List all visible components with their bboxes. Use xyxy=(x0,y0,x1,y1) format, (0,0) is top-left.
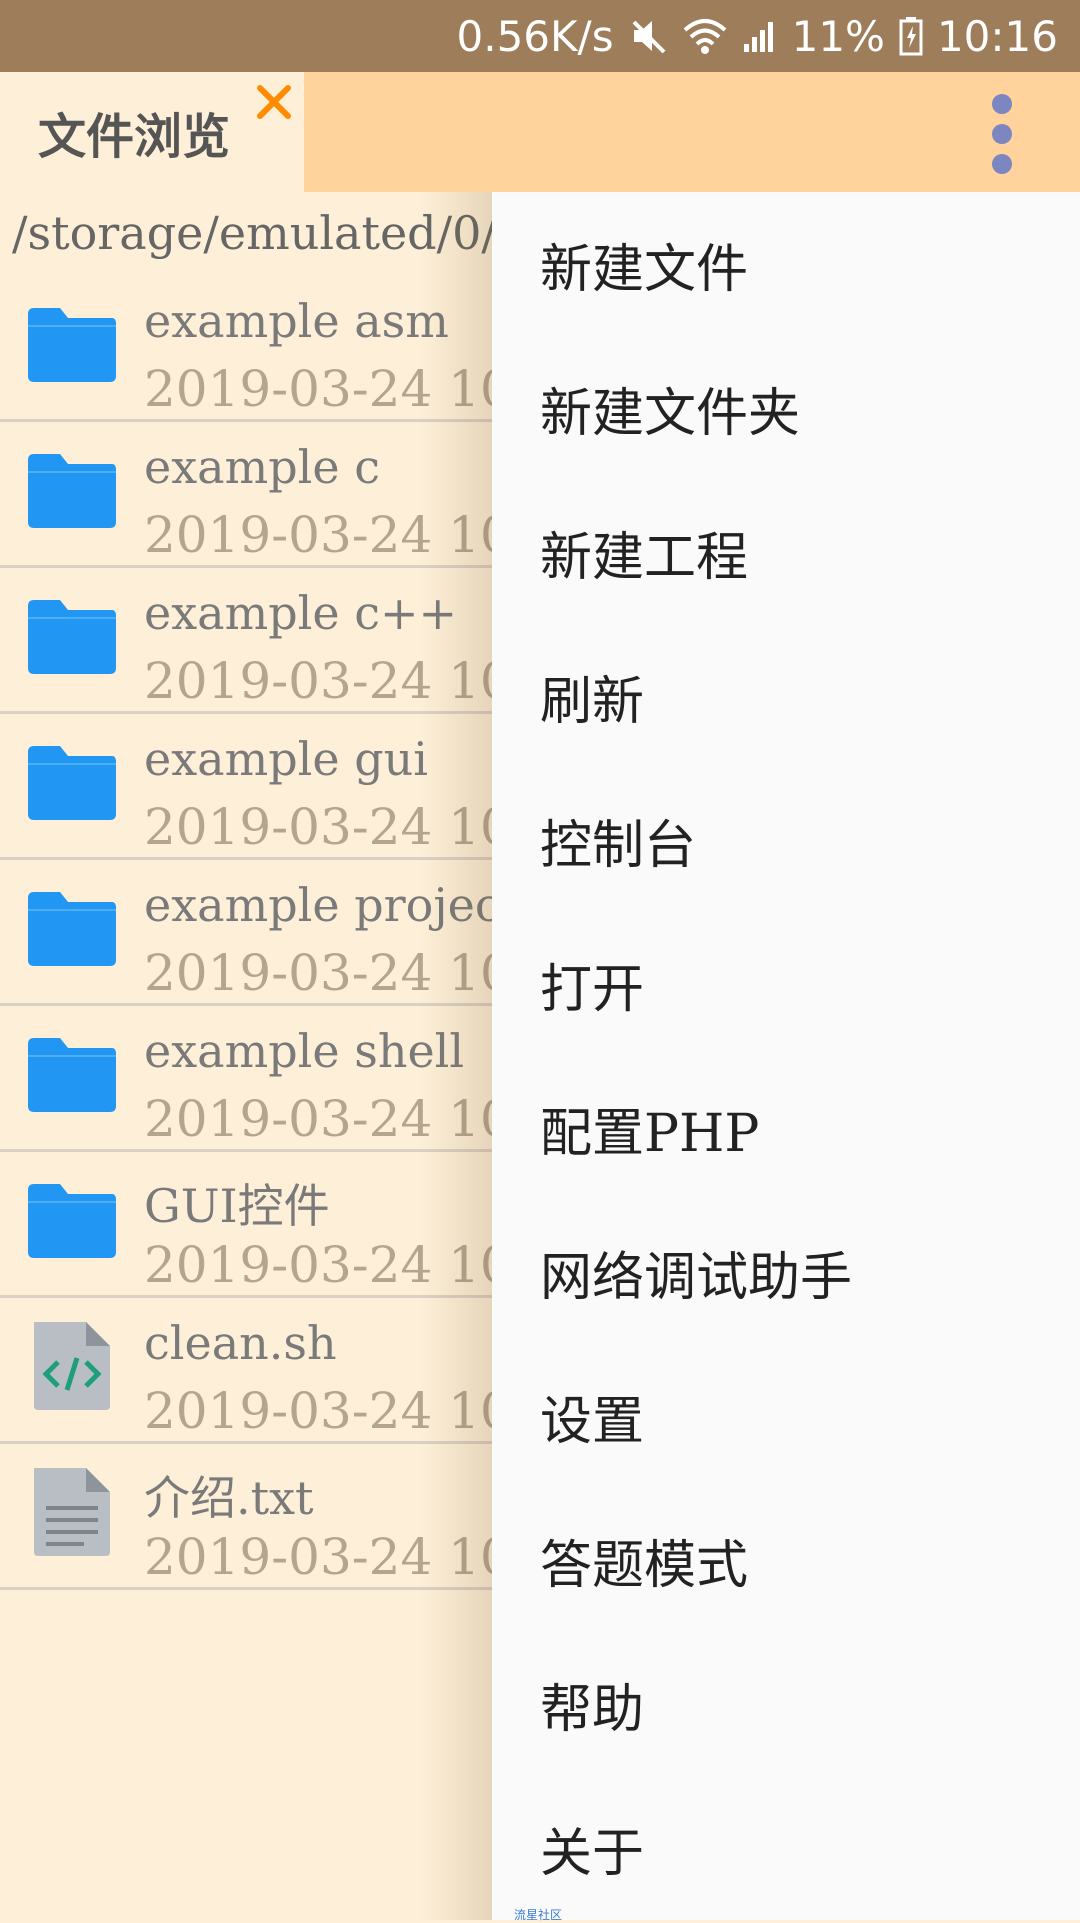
menu-item-refresh[interactable]: 刷新 xyxy=(492,624,1080,768)
menu-item-help[interactable]: 帮助 xyxy=(492,1632,1080,1776)
battery-percent: 11% xyxy=(791,11,885,61)
folder-icon xyxy=(28,1184,116,1258)
menu-item-network-debug-assistant[interactable]: 网络调试助手 xyxy=(492,1200,1080,1344)
folder-icon xyxy=(28,892,116,966)
folder-icon xyxy=(28,746,116,820)
close-icon[interactable] xyxy=(252,80,296,124)
menu-shadow xyxy=(420,192,492,1920)
folder-icon xyxy=(28,454,116,528)
text-file-icon xyxy=(34,1468,110,1556)
code-file-icon xyxy=(34,1322,110,1410)
overflow-menu: 新建文件 新建文件夹 新建工程 刷新 控制台 打开 配置PHP 网络调试助手 设… xyxy=(492,192,1080,1920)
file-name: example gui xyxy=(144,732,428,786)
more-options-icon[interactable] xyxy=(972,86,1032,182)
file-name: clean.sh xyxy=(144,1316,337,1370)
wifi-icon xyxy=(682,16,728,56)
menu-item-new-file[interactable]: 新建文件 xyxy=(492,192,1080,336)
watermark: 流星社区 xyxy=(514,1908,563,1922)
menu-item-open[interactable]: 打开 xyxy=(492,912,1080,1056)
folder-icon xyxy=(28,1038,116,1112)
file-name: 介绍.txt xyxy=(144,1471,314,1525)
folder-icon xyxy=(28,308,116,382)
menu-item-configure-php[interactable]: 配置PHP xyxy=(492,1056,1080,1200)
file-name: example shell xyxy=(144,1024,465,1078)
menu-item-new-folder[interactable]: 新建文件夹 xyxy=(492,336,1080,480)
status-bar: 0.56K/s 11% 10:16 xyxy=(0,0,1080,72)
file-name: GUI控件 xyxy=(144,1179,330,1233)
file-name: example c xyxy=(144,440,380,494)
menu-item-settings[interactable]: 设置 xyxy=(492,1344,1080,1488)
menu-item-about[interactable]: 关于 xyxy=(492,1776,1080,1920)
file-name: example asm xyxy=(144,294,449,348)
network-speed: 0.56K/s xyxy=(456,11,614,61)
app-bar: 文件浏览 xyxy=(0,72,1080,192)
folder-icon xyxy=(28,600,116,674)
file-name: example c++ xyxy=(144,586,458,640)
signal-icon xyxy=(742,18,778,54)
battery-icon xyxy=(899,16,923,56)
clock: 10:16 xyxy=(936,11,1058,61)
tab-label: 文件浏览 xyxy=(37,109,230,165)
mute-icon xyxy=(628,16,668,56)
menu-item-new-project[interactable]: 新建工程 xyxy=(492,480,1080,624)
menu-item-quiz-mode[interactable]: 答题模式 xyxy=(492,1488,1080,1632)
menu-item-console[interactable]: 控制台 xyxy=(492,768,1080,912)
